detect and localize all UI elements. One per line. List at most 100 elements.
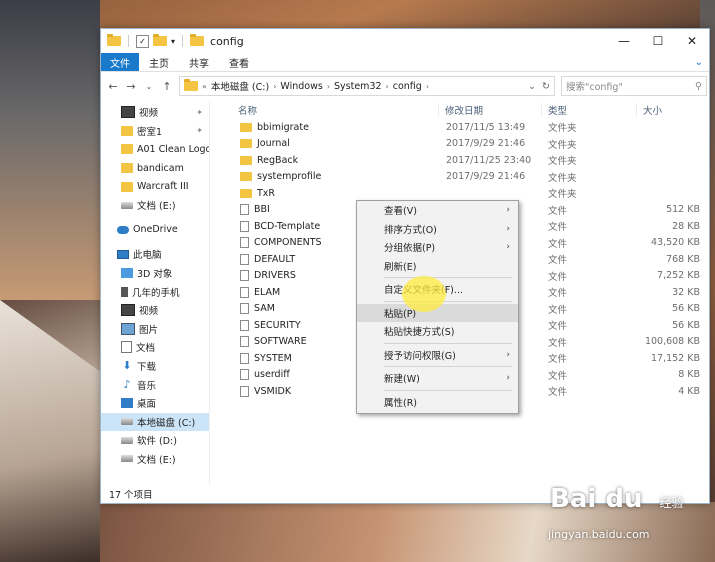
folder-icon	[240, 139, 252, 149]
title-bar: ✓ ▾ config — ☐ ✕	[101, 29, 709, 53]
file-icon	[240, 204, 249, 216]
file-size: 56 KB	[672, 303, 700, 315]
recent-locations-icon[interactable]: ⌄	[143, 82, 155, 91]
forward-arrow-icon[interactable]: →	[125, 80, 137, 93]
file-row[interactable]: Journal 2017/9/29 21:46 文件夹	[210, 136, 713, 153]
tab-file[interactable]: 文件	[101, 53, 139, 71]
pin-icon: ✦	[196, 126, 203, 136]
sidebar-item[interactable]: 密室1 ✦	[101, 122, 209, 141]
file-name: DEFAULT	[254, 253, 296, 265]
sidebar-item[interactable]: 图片	[101, 320, 209, 339]
properties-icon[interactable]: ✓	[136, 34, 149, 48]
close-button[interactable]: ✕	[675, 34, 709, 48]
address-dropdown-icon[interactable]: ⌄	[528, 81, 536, 92]
tab-home[interactable]: 主页	[139, 53, 179, 71]
file-row[interactable]: systemprofile 2017/9/29 21:46 文件夹	[210, 169, 713, 186]
minimize-button[interactable]: —	[607, 34, 641, 48]
sidebar-item[interactable]: 视频	[101, 301, 209, 320]
column-size[interactable]: 大小	[636, 103, 713, 117]
file-name: ELAM	[254, 286, 281, 298]
folder-icon	[184, 79, 198, 91]
context-menu-item[interactable]: 新建(W) ›	[357, 369, 518, 388]
tab-view[interactable]: 查看	[219, 53, 259, 71]
tab-share[interactable]: 共享	[179, 53, 219, 71]
ribbon-tabs: 文件 主页 共享 查看 ⌄	[101, 53, 709, 72]
up-arrow-icon[interactable]: ↑	[161, 80, 173, 93]
back-arrow-icon[interactable]: ←	[107, 80, 119, 93]
context-menu-item[interactable]: 授予访问权限(G) ›	[357, 346, 518, 365]
3d-objects-icon	[121, 268, 133, 279]
sidebar-item[interactable]: ♪ 音乐	[101, 375, 209, 394]
new-folder-icon[interactable]	[153, 34, 167, 46]
file-date: 2017/11/25 23:40	[446, 154, 532, 166]
column-type[interactable]: 类型	[541, 103, 636, 117]
sidebar-item[interactable]: OneDrive	[101, 221, 209, 240]
breadcrumb-c-drive[interactable]: 本地磁盘 (C:)	[211, 79, 269, 93]
menu-item-label: 新建(W)	[384, 374, 420, 386]
context-menu-item[interactable]: 属性(R)	[357, 393, 518, 412]
menu-item-label: 查看(V)	[384, 206, 417, 218]
menu-item-label: 刷新(E)	[384, 261, 417, 273]
file-type: 文件夹	[548, 156, 577, 168]
sidebar-item[interactable]: 几年的手机	[101, 282, 209, 301]
sidebar-item[interactable]: 此电脑	[101, 245, 209, 264]
sidebar-item-label: 视频	[139, 108, 159, 120]
file-row[interactable]: RegBack 2017/11/25 23:40 文件夹	[210, 152, 713, 169]
sidebar-item[interactable]: 文档	[101, 338, 209, 357]
file-type: 文件	[548, 321, 568, 333]
sidebar-item[interactable]: 软件 (D:)	[101, 431, 209, 450]
baidu-watermark: Bai du 经验 jingyan.baidu.com	[548, 484, 684, 541]
sidebar-item-label: 3D 对象	[137, 269, 173, 281]
context-menu-item[interactable]: 刷新(E)	[357, 257, 518, 276]
sidebar-item-label: 桌面	[137, 399, 157, 411]
context-menu-item[interactable]: 分组依据(P) ›	[357, 238, 518, 257]
context-menu-item[interactable]: 排序方式(O) ›	[357, 220, 518, 239]
file-name: systemprofile	[257, 171, 322, 183]
folder-icon	[240, 155, 252, 165]
file-type: 文件夹	[548, 123, 577, 135]
file-size: 43,520 KB	[650, 237, 700, 249]
file-size: 4 KB	[678, 385, 700, 397]
sidebar-item[interactable]: bandicam	[101, 159, 209, 178]
context-menu-item[interactable]: 查看(V) ›	[357, 201, 518, 220]
column-date[interactable]: 修改日期	[438, 103, 541, 117]
file-name: userdiff	[254, 369, 290, 381]
breadcrumb-windows[interactable]: Windows	[280, 81, 322, 92]
sidebar-item[interactable]: A01 Clean Logo	[101, 140, 209, 159]
file-type: 文件夹	[548, 189, 577, 201]
column-name[interactable]: 名称	[210, 103, 438, 117]
sidebar-item[interactable]: 桌面	[101, 394, 209, 413]
breadcrumb-system32[interactable]: System32	[334, 81, 382, 92]
menu-separator	[384, 342, 512, 344]
sidebar-item[interactable]: 3D 对象	[101, 264, 209, 283]
file-size: 56 KB	[672, 319, 700, 331]
sidebar-item-label: OneDrive	[133, 224, 178, 236]
file-type: 文件	[548, 288, 568, 300]
search-icon: ⚲	[695, 80, 702, 92]
sidebar-item[interactable]: Warcraft III	[101, 177, 209, 196]
address-bar[interactable]: « 本地磁盘 (C:) › Windows › System32 › confi…	[179, 76, 555, 96]
desktop-icon	[121, 398, 133, 409]
cloud-icon	[117, 225, 129, 234]
breadcrumb-config[interactable]: config	[393, 81, 422, 92]
file-date: 2017/9/29 21:46	[446, 138, 526, 150]
ribbon-expand-icon[interactable]: ⌄	[695, 53, 709, 71]
music-icon: ♪	[123, 377, 131, 391]
menu-item-label: 授予访问权限(G)	[384, 350, 456, 362]
file-row[interactable]: bbimigrate 2017/11/5 13:49 文件夹	[210, 119, 713, 136]
search-input[interactable]: 搜索"config" ⚲	[561, 76, 707, 96]
file-date: 2017/9/29 21:46	[446, 171, 526, 183]
sidebar-item[interactable]: 视频 ✦	[101, 103, 209, 122]
sidebar-item[interactable]: ⬇ 下载	[101, 357, 209, 376]
context-menu-item[interactable]: 粘贴快捷方式(S)	[357, 322, 518, 341]
sidebar-item[interactable]: 本地磁盘 (C:)	[101, 412, 209, 432]
maximize-button[interactable]: ☐	[641, 34, 675, 48]
customize-toolbar-icon[interactable]: ▾	[171, 37, 175, 46]
sidebar-item[interactable]: 文档 (E:)	[101, 450, 209, 469]
submenu-arrow-icon: ›	[506, 205, 510, 216]
sidebar-item-label: 音乐	[137, 380, 157, 392]
pin-icon: ✦	[196, 107, 203, 117]
sidebar-item[interactable]: 文档 (E:)	[101, 196, 209, 215]
refresh-icon[interactable]: ↻	[542, 81, 550, 92]
file-icon	[240, 253, 249, 265]
